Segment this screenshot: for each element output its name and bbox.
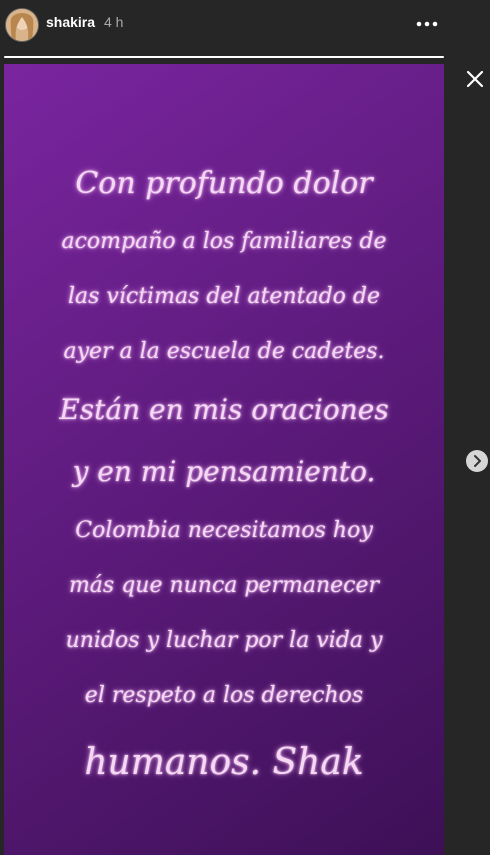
story-progress-bar [4,56,444,58]
story-line: Con profundo dolor [75,166,373,201]
avatar-image [6,9,38,41]
timestamp: 4 h [104,14,124,30]
next-story-button[interactable] [466,450,488,472]
story-progress-fill [4,56,444,58]
story-line: las víctimas del atentado de [67,284,381,309]
story-line: ayer a la escuela de cadetes. [63,339,385,364]
story-line: Colombia necesitamos hoy [75,518,373,543]
story-line: Están en mis oraciones [59,393,389,426]
story-line: y en mi pensamiento. [72,455,376,488]
story-line: unidos y luchar por la vida y [65,628,383,653]
close-button[interactable] [460,64,490,94]
story-header: shakira 4 h [0,0,450,50]
story-message: Con profundo dolor acompaño a los famili… [4,154,444,803]
more-options-button[interactable] [412,12,442,36]
story-line: el respeto a los derechos [84,683,364,708]
chevron-right-icon [474,455,481,467]
close-icon [466,70,484,88]
avatar[interactable] [6,9,38,41]
story-viewer: shakira 4 h Con profundo dolor acompaño … [0,0,490,855]
story-card[interactable]: Con profundo dolor acompaño a los famili… [4,64,444,855]
username[interactable]: shakira [46,14,95,30]
more-horizontal-icon [416,21,438,27]
story-line: más que nunca permanecer [68,573,380,598]
story-line: acompaño a los familiares de [61,229,387,254]
story-line: humanos. Shak [84,742,364,783]
